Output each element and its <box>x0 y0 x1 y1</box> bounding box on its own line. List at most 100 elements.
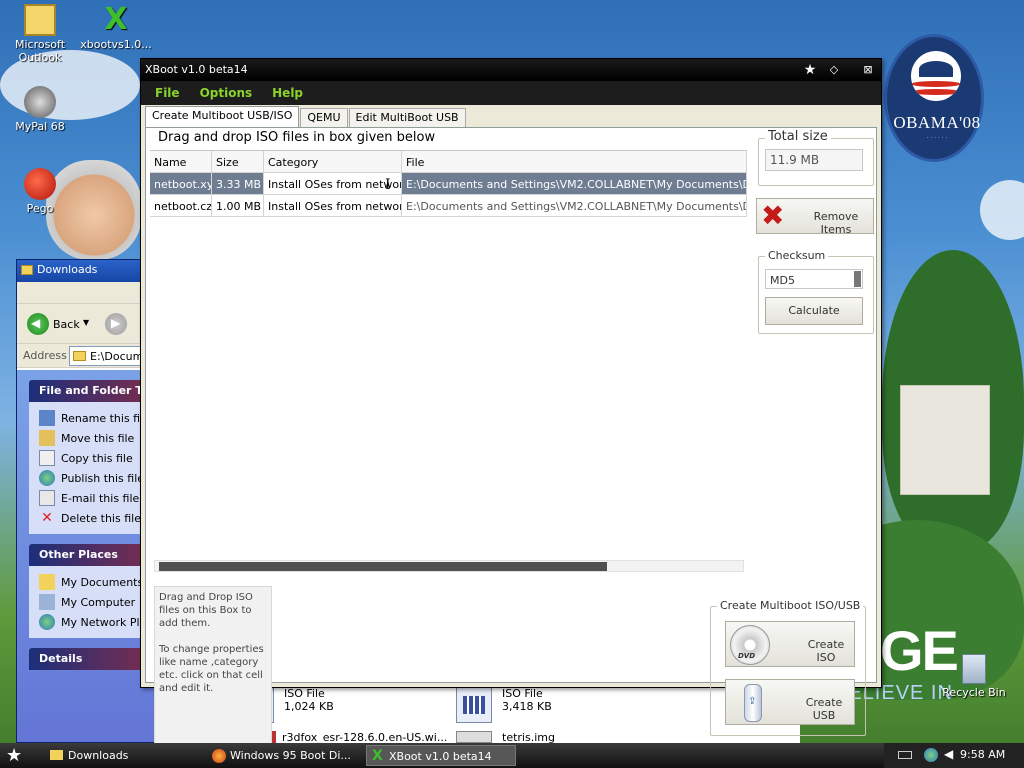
close-icon[interactable]: ⊠ <box>859 61 877 79</box>
drag-drop-label: Drag and drop ISO files in box given bel… <box>158 130 436 145</box>
cell-category[interactable]: Install OSes from network... <box>264 195 402 217</box>
select-scroll-handle[interactable] <box>854 271 861 287</box>
pin-star-icon[interactable]: ★ <box>801 61 819 79</box>
iso-file-icon <box>456 687 492 723</box>
total-size-label: Total size <box>765 129 831 144</box>
dvd-label: DVD <box>738 652 756 660</box>
xboot-x-icon: X <box>104 2 128 37</box>
taskbar-label: XBoot v1.0 beta14 <box>389 750 492 763</box>
cell-category[interactable]: Install OSes from network <box>264 173 402 195</box>
scrollbar-thumb[interactable] <box>159 562 607 571</box>
desktop-icon-label: Pego <box>26 202 54 215</box>
checksum-select[interactable]: MD5 <box>765 269 863 289</box>
xboot-window[interactable]: XBoot v1.0 beta14 ★ ◇ ⊠ File Options Hel… <box>140 58 882 744</box>
delete-x-icon: ✖ <box>761 199 785 232</box>
table-row[interactable]: netboot.xyz 3.33 MB Install OSes from ne… <box>150 173 747 195</box>
column-header-name[interactable]: Name <box>150 151 212 173</box>
column-header-category[interactable]: Category <box>264 151 402 173</box>
cell-file[interactable]: E:\Documents and Settings\VM2.COLLABNET\… <box>402 195 747 217</box>
create-iso-button[interactable]: DVD Create ISO <box>725 621 855 667</box>
folder-icon <box>50 750 63 760</box>
create-group-label: Create Multiboot ISO/USB <box>717 599 864 612</box>
folder-icon <box>73 351 86 361</box>
minimize-icon[interactable]: ◇ <box>825 61 843 79</box>
grid-horizontal-scrollbar[interactable] <box>154 560 744 572</box>
table-row[interactable]: netboot.cz 1.00 MB Install OSes from net… <box>150 195 747 217</box>
cell-size[interactable]: 1.00 MB <box>212 195 264 217</box>
chevron-down-icon[interactable]: ▼ <box>83 318 89 327</box>
cell-file[interactable]: E:\Documents and Settings\VM2.COLLABNET\… <box>402 173 747 195</box>
desktop-icon-mypal[interactable]: MyPal 68 <box>2 86 78 133</box>
volume-icon[interactable]: ◀ <box>944 747 953 761</box>
taskbar: ★ Downloads Windows 95 Boot Di... X XBoo… <box>0 743 1024 768</box>
checksum-label: Checksum <box>765 249 829 262</box>
pego-icon <box>24 168 56 200</box>
calculate-label: Calculate <box>788 304 840 317</box>
forward-arrow-icon[interactable] <box>105 313 127 335</box>
taskbar-button-xboot[interactable]: X XBoot v1.0 beta14 <box>366 745 516 766</box>
task-label: Copy this file <box>61 451 133 465</box>
taskbar-button-downloads[interactable]: Downloads <box>46 745 196 766</box>
place-label: My Network Pla <box>61 615 147 629</box>
tab-create-multiboot[interactable]: Create Multiboot USB/ISO <box>145 106 300 127</box>
file-iso-2[interactable]: ISO File 3,418 KB <box>456 687 552 723</box>
task-label: Move this file <box>61 431 135 445</box>
system-tray: ◀ 9:58 AM <box>884 743 1024 768</box>
desktop-icon-label: MyPal 68 <box>15 120 65 133</box>
create-multiboot-group: Create Multiboot ISO/USB DVD Create ISO … <box>710 599 866 736</box>
desktop-icon-outlook[interactable]: Microsoft Outlook <box>2 4 78 64</box>
xboot-titlebar[interactable]: XBoot v1.0 beta14 ★ ◇ ⊠ <box>141 59 881 81</box>
task-label: E-mail this file <box>61 491 140 505</box>
cell-size[interactable]: 3.33 MB <box>212 173 264 195</box>
obama-emblem <box>911 51 961 101</box>
back-label[interactable]: Back <box>53 318 80 331</box>
desktop-icon-recycle-bin[interactable]: Recycle Bin <box>936 654 1012 699</box>
create-multiboot-panel: Drag and drop ISO files in box given bel… <box>145 127 877 744</box>
remove-items-button[interactable]: ✖ Remove Items <box>756 198 874 236</box>
taskbar-label: Downloads <box>68 749 129 762</box>
menu-help[interactable]: Help <box>266 86 317 100</box>
keyboard-icon[interactable] <box>898 751 912 759</box>
menu-options[interactable]: Options <box>194 86 267 100</box>
tab-qemu[interactable]: QEMU <box>300 108 348 127</box>
place-label: My Computer <box>61 595 136 609</box>
cell-name[interactable]: netboot.cz <box>150 195 212 217</box>
place-label: My Documents <box>61 575 144 589</box>
other-places-title: Other Places <box>39 548 118 561</box>
cloud <box>980 180 1024 240</box>
task-label: Rename this file <box>61 411 150 425</box>
help-text-box: Drag and Drop ISO files on this Box to a… <box>154 586 272 744</box>
menu-file[interactable]: File <box>149 86 194 100</box>
calculate-button[interactable]: Calculate <box>765 297 863 325</box>
desktop-icon-xboot[interactable]: X xbootvs1.0... <box>78 2 154 52</box>
taskbar-button-win95[interactable]: Windows 95 Boot Di... <box>208 745 358 766</box>
outlook-icon <box>24 4 56 36</box>
total-size-field: 11.9 MB <box>765 149 863 171</box>
desktop-icon-pego[interactable]: Pego <box>2 168 78 215</box>
email-icon <box>39 490 55 506</box>
create-usb-button[interactable]: ⇪ Create USB <box>725 679 855 725</box>
desktop-icon-label: xbootvs1.0... <box>80 38 152 51</box>
checksum-value: MD5 <box>770 274 795 287</box>
desktop-icon-label: Microsoft Outlook <box>14 38 66 64</box>
computer-icon <box>39 594 55 610</box>
tab-edit-multiboot[interactable]: Edit MultiBoot USB <box>348 108 466 127</box>
usb-symbol-icon: ⇪ <box>748 696 757 707</box>
column-header-size[interactable]: Size <box>212 151 264 173</box>
start-star-icon[interactable]: ★ <box>6 745 22 766</box>
back-arrow-icon[interactable] <box>27 313 49 335</box>
clock[interactable]: 9:58 AM <box>960 748 1005 761</box>
create-iso-label: Create ISO <box>807 638 845 664</box>
file-type: ISO File <box>284 687 325 700</box>
move-icon <box>39 430 55 446</box>
address-label: Address <box>23 349 67 362</box>
column-header-file[interactable]: File <box>402 151 747 173</box>
xboot-x-icon: X <box>372 748 383 764</box>
network-globe-icon[interactable] <box>924 748 938 762</box>
cell-name[interactable]: netboot.xyz <box>150 173 212 195</box>
file-type: ISO File <box>502 687 543 700</box>
total-size-group: Total size 11.9 MB <box>758 129 874 186</box>
xboot-title: XBoot v1.0 beta14 <box>145 63 248 76</box>
file-tasks-title: File and Folder Tas <box>39 384 156 397</box>
iso-grid[interactable]: Name Size Category File netboot.xyz 3.33… <box>150 150 747 520</box>
